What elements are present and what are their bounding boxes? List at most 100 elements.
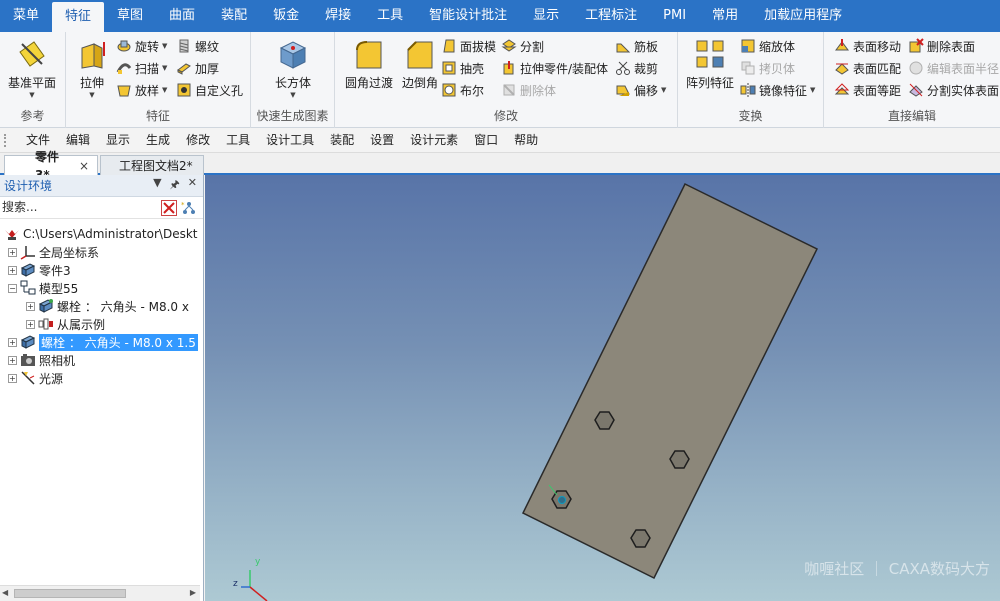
- tab-smart-design[interactable]: 智能设计批注: [416, 0, 520, 32]
- box-icon: [277, 38, 309, 70]
- boolean-button[interactable]: 布尔: [441, 80, 484, 100]
- extrude-button[interactable]: 拉伸 ▼: [66, 36, 118, 104]
- expand-icon[interactable]: +: [8, 373, 17, 383]
- tab-sheetmetal[interactable]: 钣金: [260, 0, 312, 32]
- tab-display[interactable]: 显示: [520, 0, 572, 32]
- scroll-left-icon[interactable]: ◀: [2, 588, 8, 597]
- bolt-head[interactable]: [594, 411, 615, 430]
- tree-item-model55[interactable]: − 模型55: [0, 279, 200, 297]
- loft-button[interactable]: 放样 ▼: [116, 80, 167, 100]
- chevron-down-icon: ▼: [661, 86, 667, 94]
- plate-part[interactable]: [521, 182, 819, 580]
- expand-icon[interactable]: +: [8, 247, 17, 257]
- collapse-icon[interactable]: −: [8, 283, 17, 293]
- pattern-feature-button[interactable]: 阵列特征: [684, 36, 736, 104]
- split-solid-icon: [909, 83, 923, 97]
- menu-assembly[interactable]: 装配: [322, 128, 362, 152]
- expand-icon[interactable]: +: [26, 319, 35, 329]
- face-match-icon: [835, 63, 849, 75]
- tab-common[interactable]: 常用: [699, 0, 751, 32]
- box-button[interactable]: 长方体 ▼: [267, 36, 319, 104]
- copy-body-button[interactable]: 拷贝体: [740, 58, 795, 78]
- menu-help[interactable]: 帮助: [506, 128, 546, 152]
- dropdown-icon[interactable]: ▼: [153, 176, 161, 195]
- face-equidistant-button[interactable]: 表面等距: [834, 80, 901, 100]
- toolbar-grip[interactable]: [4, 133, 8, 147]
- menu-design-tools[interactable]: 设计工具: [258, 128, 322, 152]
- pin-icon[interactable]: 🖈: [170, 176, 180, 195]
- fillet-button[interactable]: 圆角过渡: [341, 36, 397, 104]
- menu-tools[interactable]: 工具: [218, 128, 258, 152]
- sweep-button[interactable]: 扫描 ▼: [116, 58, 167, 78]
- face-move-button[interactable]: 表面移动: [834, 36, 901, 56]
- clear-search-icon[interactable]: [161, 200, 177, 216]
- menu-generate[interactable]: 生成: [138, 128, 178, 152]
- menu-design-elements[interactable]: 设计元素: [402, 128, 466, 152]
- expand-icon[interactable]: +: [8, 337, 17, 347]
- doc-tab-drawing2[interactable]: 工程图文档2*: [100, 155, 204, 175]
- scrollbar-thumb[interactable]: [14, 589, 126, 598]
- close-icon[interactable]: ×: [79, 157, 89, 175]
- datum-plane-button[interactable]: 基准平面 ▼: [6, 36, 58, 104]
- thread-button[interactable]: 螺纹: [176, 36, 219, 56]
- tab-sketch[interactable]: 草图: [104, 0, 156, 32]
- menu-modify[interactable]: 修改: [178, 128, 218, 152]
- delete-body-button[interactable]: 删除体: [501, 80, 556, 100]
- expand-icon[interactable]: +: [26, 301, 35, 311]
- tab-weld[interactable]: 焊接: [312, 0, 364, 32]
- tab-assembly[interactable]: 装配: [208, 0, 260, 32]
- tree-item-bolt-selected[interactable]: + 螺栓 ： 六角头 - M8.0 x 1.5: [0, 333, 200, 351]
- tab-annotation[interactable]: 工程标注: [572, 0, 650, 32]
- split-button[interactable]: 分割: [501, 36, 544, 56]
- tab-surface[interactable]: 曲面: [156, 0, 208, 32]
- shell-button[interactable]: 抽壳: [441, 58, 484, 78]
- tab-pmi[interactable]: PMI: [650, 0, 699, 32]
- 3d-viewport[interactable]: y z 咖喱社区 ｜ CAXA数码大方: [205, 175, 1000, 601]
- chamfer-button[interactable]: 边倒角: [397, 36, 443, 104]
- expand-icon[interactable]: +: [8, 355, 17, 365]
- tab-tools[interactable]: 工具: [364, 0, 416, 32]
- tab-menu[interactable]: 菜单: [0, 0, 52, 32]
- split-solid-face-button[interactable]: 分割实体表面: [908, 80, 999, 100]
- bolt-head[interactable]: [669, 450, 690, 469]
- custom-hole-button[interactable]: 自定义孔: [176, 80, 243, 100]
- extrude-to-button[interactable]: 拉伸零件/装配体: [501, 58, 608, 78]
- tree-item-dependent-instance[interactable]: + 从属示例: [0, 315, 200, 333]
- bolt-head[interactable]: [630, 529, 651, 548]
- menu-settings[interactable]: 设置: [362, 128, 402, 152]
- tree-item-bolt-child[interactable]: + 螺栓 ： 六角头 - M8.0 x: [0, 297, 200, 315]
- delete-face-button[interactable]: 删除表面: [908, 36, 975, 56]
- scale-body-button[interactable]: 缩放体: [740, 36, 795, 56]
- horizontal-scrollbar[interactable]: ◀ ▶: [0, 585, 200, 601]
- search-input[interactable]: [0, 197, 150, 217]
- menu-display[interactable]: 显示: [98, 128, 138, 152]
- face-match-button[interactable]: 表面匹配: [834, 58, 901, 78]
- search-options-icon[interactable]: *: [181, 200, 197, 216]
- scale-icon: [741, 39, 755, 53]
- rib-button[interactable]: 筋板: [615, 36, 658, 56]
- tree-item-part3[interactable]: + 零件3: [0, 261, 200, 279]
- close-icon[interactable]: ✕: [188, 176, 197, 195]
- group-reference: 基准平面 ▼ 参考: [0, 32, 66, 128]
- tree-item-camera[interactable]: + 照相机: [0, 351, 200, 369]
- scroll-right-icon[interactable]: ▶: [190, 588, 196, 597]
- tab-addins[interactable]: 加载应用程序: [751, 0, 855, 32]
- tree-item-root[interactable]: C:\Users\Administrator\Deskt: [0, 225, 200, 243]
- tree-item-light-source[interactable]: + 光源: [0, 369, 200, 387]
- tree-item-global-coords[interactable]: + 全局坐标系: [0, 243, 200, 261]
- thicken-button[interactable]: 加厚: [176, 58, 219, 78]
- sweep-icon: [116, 63, 132, 74]
- draft-face-button[interactable]: 面拔模: [441, 36, 496, 56]
- trim-button[interactable]: 裁剪: [615, 58, 658, 78]
- doc-tab-part3[interactable]: 零件3* ×: [4, 150, 98, 182]
- expand-icon[interactable]: +: [8, 265, 17, 275]
- tab-feature[interactable]: 特征: [52, 2, 105, 32]
- part-icon: [20, 263, 36, 277]
- mirror-feature-button[interactable]: 镜像特征 ▼: [740, 80, 815, 100]
- ribbon-panel: 基准平面 ▼ 参考 拉伸 ▼ 旋转 ▼ 扫描 ▼ 放样 ▼ 螺纹 加厚 自定义孔…: [0, 32, 1000, 128]
- menu-window[interactable]: 窗口: [466, 128, 506, 152]
- offset-button[interactable]: 偏移 ▼: [615, 80, 666, 100]
- revolve-button[interactable]: 旋转 ▼: [116, 36, 167, 56]
- menu-bar: 文件 编辑 显示 生成 修改 工具 设计工具 装配 设置 设计元素 窗口 帮助: [0, 128, 1000, 153]
- edit-face-radius-button[interactable]: 编辑表面半径: [908, 58, 999, 78]
